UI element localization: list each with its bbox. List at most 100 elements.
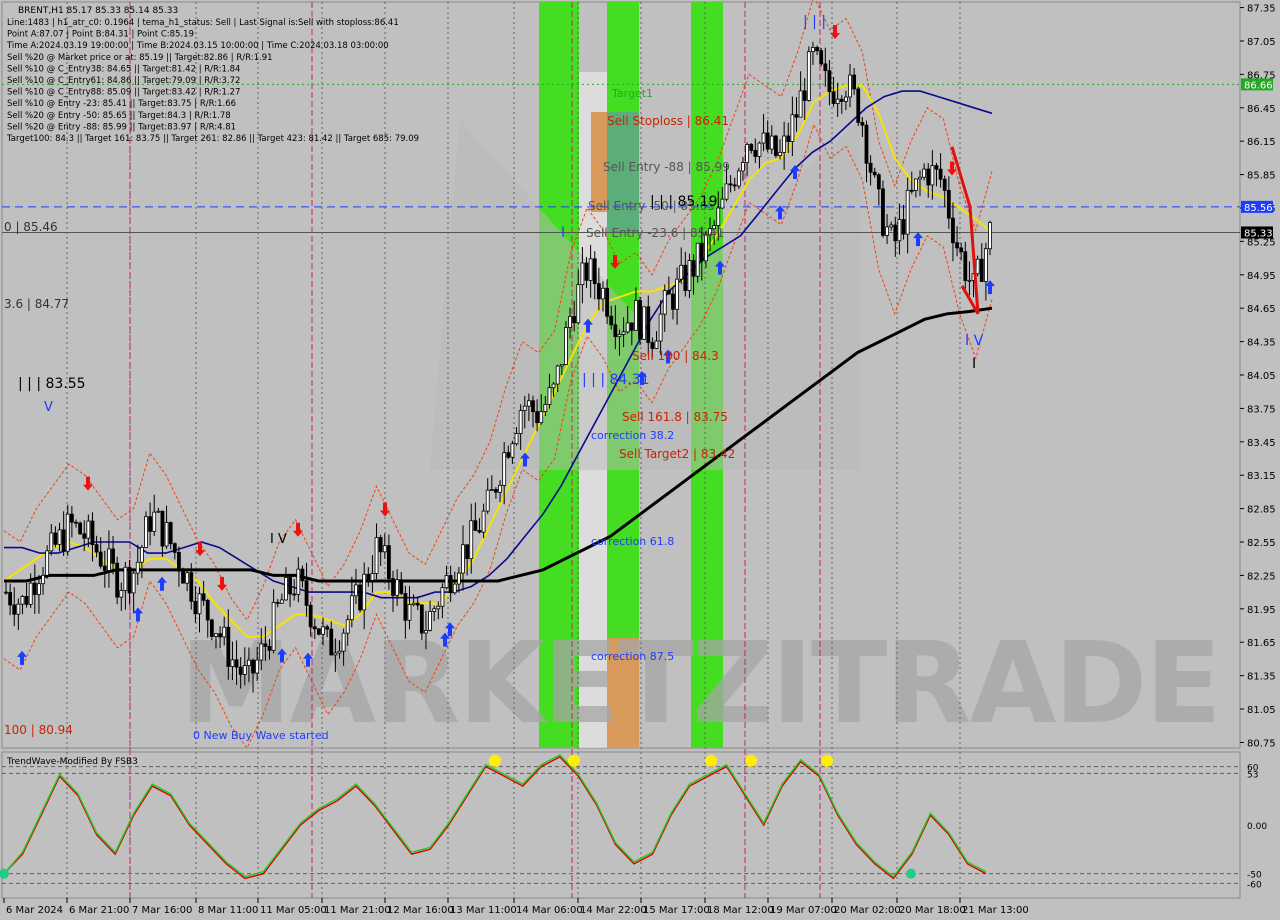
bear-candle bbox=[691, 260, 696, 277]
chart-canvas[interactable]: MARKETZITRADE Target1 Sell Stoploss | 86.… bbox=[0, 0, 1280, 920]
bull-candle bbox=[374, 537, 379, 574]
bear-candle bbox=[12, 604, 17, 615]
bear-candle bbox=[312, 626, 317, 630]
chart-annotation: I V bbox=[965, 333, 984, 349]
bull-candle bbox=[654, 340, 659, 349]
indicator-bottom-dot bbox=[906, 868, 916, 879]
bear-candle bbox=[629, 322, 634, 331]
bull-candle bbox=[411, 602, 416, 606]
header-info-line: Time A:2024.03.19 19:00:00 | Time B:2024… bbox=[6, 41, 389, 51]
bear-candle bbox=[572, 316, 577, 324]
bull-candle bbox=[526, 400, 531, 407]
bear-candle bbox=[111, 548, 115, 564]
bull-candle bbox=[407, 604, 412, 621]
y-tick-label: 84.95 bbox=[1247, 271, 1276, 282]
bull-candle bbox=[695, 242, 700, 277]
chart-annotation: Sell Entry -23.6 | 85.41 bbox=[586, 226, 724, 240]
price-tag-label: 85.56 bbox=[1244, 203, 1273, 214]
bull-candle bbox=[362, 573, 367, 611]
bear-candle bbox=[638, 300, 642, 340]
bear-candle bbox=[78, 522, 83, 535]
bull-candle bbox=[321, 626, 325, 635]
bear-candle bbox=[831, 91, 836, 104]
bear-candle bbox=[238, 666, 243, 675]
bear-candle bbox=[181, 570, 185, 584]
bear-candle bbox=[613, 324, 618, 338]
bull-candle bbox=[675, 278, 679, 310]
bear-candle bbox=[473, 520, 478, 531]
bear-candle bbox=[609, 315, 614, 326]
indicator-top-dot bbox=[821, 754, 833, 767]
bull-candle bbox=[333, 652, 338, 656]
x-tick-label: 11 Mar 05:00 bbox=[260, 905, 327, 916]
bull-candle bbox=[514, 433, 519, 445]
x-tick-label: 21 Mar 13:00 bbox=[962, 905, 1029, 916]
bear-candle bbox=[193, 600, 198, 615]
chart-annotation: I V bbox=[270, 532, 287, 547]
chart-annotation: 0 New Buy Wave started bbox=[193, 729, 329, 742]
bull-candle bbox=[564, 327, 568, 365]
bear-candle bbox=[856, 88, 861, 123]
header-info-line: Line:1483 | h1_atr_c0: 0.1964 | tema_h1_… bbox=[7, 18, 399, 28]
bull-candle bbox=[679, 264, 684, 280]
bear-candle bbox=[288, 577, 292, 595]
bull-candle bbox=[662, 290, 667, 315]
bull-candle bbox=[551, 383, 556, 389]
bear-candle bbox=[218, 633, 222, 638]
bear-candle bbox=[942, 178, 947, 191]
bull-candle bbox=[617, 333, 622, 338]
chart-annotation: I bbox=[972, 356, 976, 372]
bear-candle bbox=[951, 217, 955, 244]
bear-candle bbox=[419, 604, 424, 634]
bear-candle bbox=[732, 184, 737, 187]
bear-candle bbox=[325, 626, 330, 630]
bull-candle bbox=[835, 98, 840, 104]
bear-candle bbox=[815, 46, 819, 52]
bear-candle bbox=[226, 626, 231, 667]
indicator-y-label: -50 bbox=[1247, 871, 1262, 881]
bull-candle bbox=[522, 405, 527, 411]
chart-annotation: | | | bbox=[803, 14, 826, 30]
bull-candle bbox=[485, 489, 490, 512]
bear-candle bbox=[234, 659, 239, 668]
bull-candle bbox=[518, 410, 523, 434]
chart-annotation: Sell Target2 | 83.42 bbox=[619, 447, 735, 461]
price-tag-label: 85.33 bbox=[1244, 228, 1273, 239]
bull-candle bbox=[741, 162, 745, 172]
bear-candle bbox=[275, 602, 280, 604]
bear-candle bbox=[683, 264, 688, 291]
x-tick-label: 12 Mar 16:00 bbox=[387, 905, 454, 916]
x-tick-label: 15 Mar 17:00 bbox=[643, 905, 710, 916]
bull-candle bbox=[284, 577, 288, 601]
header-info-line: Point A:87.07 | Point B:84.31 | Point C:… bbox=[7, 30, 194, 40]
bear-candle bbox=[666, 290, 671, 295]
bear-candle bbox=[69, 513, 74, 523]
bear-candle bbox=[24, 596, 29, 605]
bear-candle bbox=[53, 532, 58, 545]
bull-candle bbox=[576, 284, 581, 324]
bear-candle bbox=[465, 544, 470, 560]
bull-candle bbox=[745, 144, 749, 163]
bear-candle bbox=[979, 258, 984, 282]
chart-annotation: 3.6 | 84.77 bbox=[4, 297, 69, 311]
x-tick-label: 18 Mar 12:00 bbox=[707, 905, 774, 916]
bull-candle bbox=[424, 629, 428, 634]
bear-candle bbox=[415, 602, 420, 606]
bull-candle bbox=[913, 178, 918, 191]
bull-candle bbox=[761, 132, 766, 144]
x-tick-label: 6 Mar 2024 bbox=[6, 905, 63, 916]
bull-candle bbox=[757, 142, 762, 157]
bull-candle bbox=[436, 605, 441, 610]
bear-candle bbox=[477, 530, 482, 533]
bull-candle bbox=[621, 331, 626, 335]
bull-candle bbox=[349, 595, 354, 621]
bear-candle bbox=[98, 551, 103, 567]
bear-candle bbox=[794, 114, 799, 118]
y-tick-label: 81.05 bbox=[1247, 705, 1276, 716]
bear-candle bbox=[148, 516, 153, 532]
bear-candle bbox=[786, 135, 791, 142]
bull-candle bbox=[658, 313, 663, 342]
bull-candle bbox=[580, 262, 585, 286]
bull-candle bbox=[395, 579, 400, 596]
bull-candle bbox=[790, 114, 795, 142]
